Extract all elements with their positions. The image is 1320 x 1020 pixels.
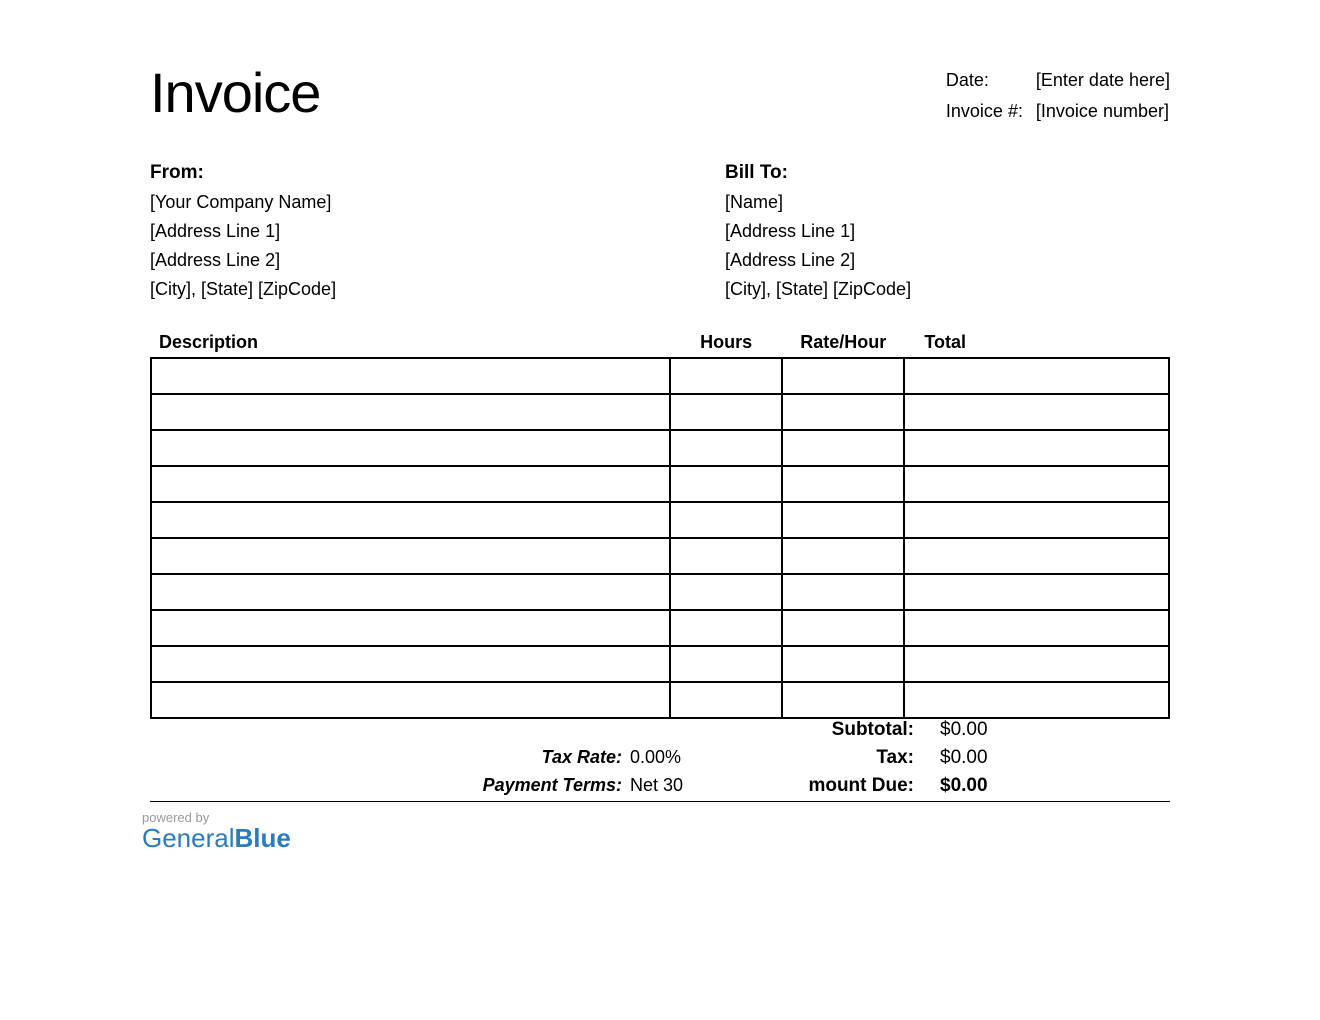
cell-rate[interactable] (782, 682, 904, 718)
table-row (151, 358, 1169, 394)
subtotal-value: $0.00 (940, 719, 1170, 741)
table-row (151, 538, 1169, 574)
cell-description[interactable] (151, 574, 670, 610)
cell-total[interactable] (904, 574, 1169, 610)
cell-rate[interactable] (782, 538, 904, 574)
cell-description[interactable] (151, 394, 670, 430)
cell-total[interactable] (904, 394, 1169, 430)
payment-terms-label: Payment Terms: (150, 775, 630, 796)
table-row (151, 394, 1169, 430)
cell-rate[interactable] (782, 358, 904, 394)
from-heading: From: (150, 162, 595, 184)
bill-to-address-1[interactable]: [Address Line 1] (725, 221, 1170, 242)
from-block: From: [Your Company Name] [Address Line … (150, 162, 595, 308)
cell-description[interactable] (151, 502, 670, 538)
amount-due-row-wrapper: Payment Terms: Net 30 mount Due: $0.00 (150, 775, 1170, 802)
subtotal-row-wrapper: Subtotal: $0.00 (150, 719, 1170, 747)
cell-total[interactable] (904, 466, 1169, 502)
tax-row: Tax: $0.00 (735, 747, 1170, 769)
cell-rate[interactable] (782, 574, 904, 610)
bill-to-heading: Bill To: (725, 162, 1170, 184)
amount-due-row: mount Due: $0.00 (735, 775, 1170, 797)
table-row (151, 682, 1169, 718)
header-hours: Hours (670, 328, 782, 358)
header-description: Description (151, 328, 670, 358)
cell-hours[interactable] (670, 610, 782, 646)
tax-rate-label: Tax Rate: (150, 747, 630, 768)
cell-rate[interactable] (782, 430, 904, 466)
date-label: Date: (946, 70, 1036, 91)
tax-value: $0.00 (940, 747, 1170, 769)
invoice-meta: Date: [Enter date here] Invoice #: [Invo… (946, 60, 1170, 132)
from-address-1[interactable]: [Address Line 1] (150, 221, 595, 242)
payment-terms-value[interactable]: Net 30 (630, 775, 735, 796)
brand-part-2: Blue (235, 823, 291, 853)
tax-label: Tax: (735, 747, 940, 769)
line-items-table: Description Hours Rate/Hour Total (150, 328, 1170, 719)
table-row (151, 646, 1169, 682)
cell-total[interactable] (904, 610, 1169, 646)
cell-total[interactable] (904, 646, 1169, 682)
cell-total[interactable] (904, 430, 1169, 466)
cell-description[interactable] (151, 610, 670, 646)
invoice-number-value[interactable]: [Invoice number] (1036, 101, 1169, 122)
cell-rate[interactable] (782, 610, 904, 646)
header-total: Total (904, 328, 1169, 358)
cell-description[interactable] (151, 682, 670, 718)
cell-description[interactable] (151, 538, 670, 574)
from-address-2[interactable]: [Address Line 2] (150, 250, 595, 271)
cell-hours[interactable] (670, 358, 782, 394)
invoice-header: Invoice Date: [Enter date here] Invoice … (150, 60, 1170, 132)
brand-logo: GeneralBlue (142, 823, 1170, 854)
table-row (151, 430, 1169, 466)
cell-hours[interactable] (670, 574, 782, 610)
from-company[interactable]: [Your Company Name] (150, 192, 595, 213)
from-city-state-zip[interactable]: [City], [State] [ZipCode] (150, 279, 595, 300)
bill-to-city-state-zip[interactable]: [City], [State] [ZipCode] (725, 279, 1170, 300)
tax-rate-value[interactable]: 0.00% (630, 747, 735, 768)
cell-total[interactable] (904, 502, 1169, 538)
header-rate: Rate/Hour (782, 328, 904, 358)
cell-description[interactable] (151, 358, 670, 394)
table-row (151, 502, 1169, 538)
parties-section: From: [Your Company Name] [Address Line … (150, 162, 1170, 308)
subtotal-label: Subtotal: (735, 719, 940, 741)
cell-hours[interactable] (670, 394, 782, 430)
cell-total[interactable] (904, 358, 1169, 394)
table-body (151, 358, 1169, 718)
cell-rate[interactable] (782, 394, 904, 430)
date-value[interactable]: [Enter date here] (1036, 70, 1170, 91)
invoice-title: Invoice (150, 60, 320, 125)
table-row (151, 574, 1169, 610)
table-row (151, 610, 1169, 646)
cell-description[interactable] (151, 646, 670, 682)
table-header-row: Description Hours Rate/Hour Total (151, 328, 1169, 358)
cell-description[interactable] (151, 430, 670, 466)
invoice-number-row: Invoice #: [Invoice number] (946, 101, 1170, 122)
cell-rate[interactable] (782, 646, 904, 682)
cell-hours[interactable] (670, 466, 782, 502)
subtotal-row: Subtotal: $0.00 (735, 719, 1170, 741)
table-row (151, 466, 1169, 502)
bill-to-address-2[interactable]: [Address Line 2] (725, 250, 1170, 271)
amount-due-label: mount Due: (735, 775, 940, 797)
cell-hours[interactable] (670, 502, 782, 538)
cell-total[interactable] (904, 682, 1169, 718)
cell-total[interactable] (904, 538, 1169, 574)
date-row: Date: [Enter date here] (946, 70, 1170, 91)
cell-rate[interactable] (782, 502, 904, 538)
cell-rate[interactable] (782, 466, 904, 502)
tax-row-wrapper: Tax Rate: 0.00% Tax: $0.00 (150, 747, 1170, 775)
bill-to-name[interactable]: [Name] (725, 192, 1170, 213)
cell-hours[interactable] (670, 646, 782, 682)
brand-part-1: General (142, 823, 235, 853)
cell-hours[interactable] (670, 538, 782, 574)
bill-to-block: Bill To: [Name] [Address Line 1] [Addres… (595, 162, 1170, 308)
cell-description[interactable] (151, 466, 670, 502)
amount-due-value: $0.00 (940, 775, 1170, 797)
invoice-number-label: Invoice #: (946, 101, 1036, 122)
cell-hours[interactable] (670, 430, 782, 466)
footer: powered by GeneralBlue (150, 810, 1170, 854)
cell-hours[interactable] (670, 682, 782, 718)
